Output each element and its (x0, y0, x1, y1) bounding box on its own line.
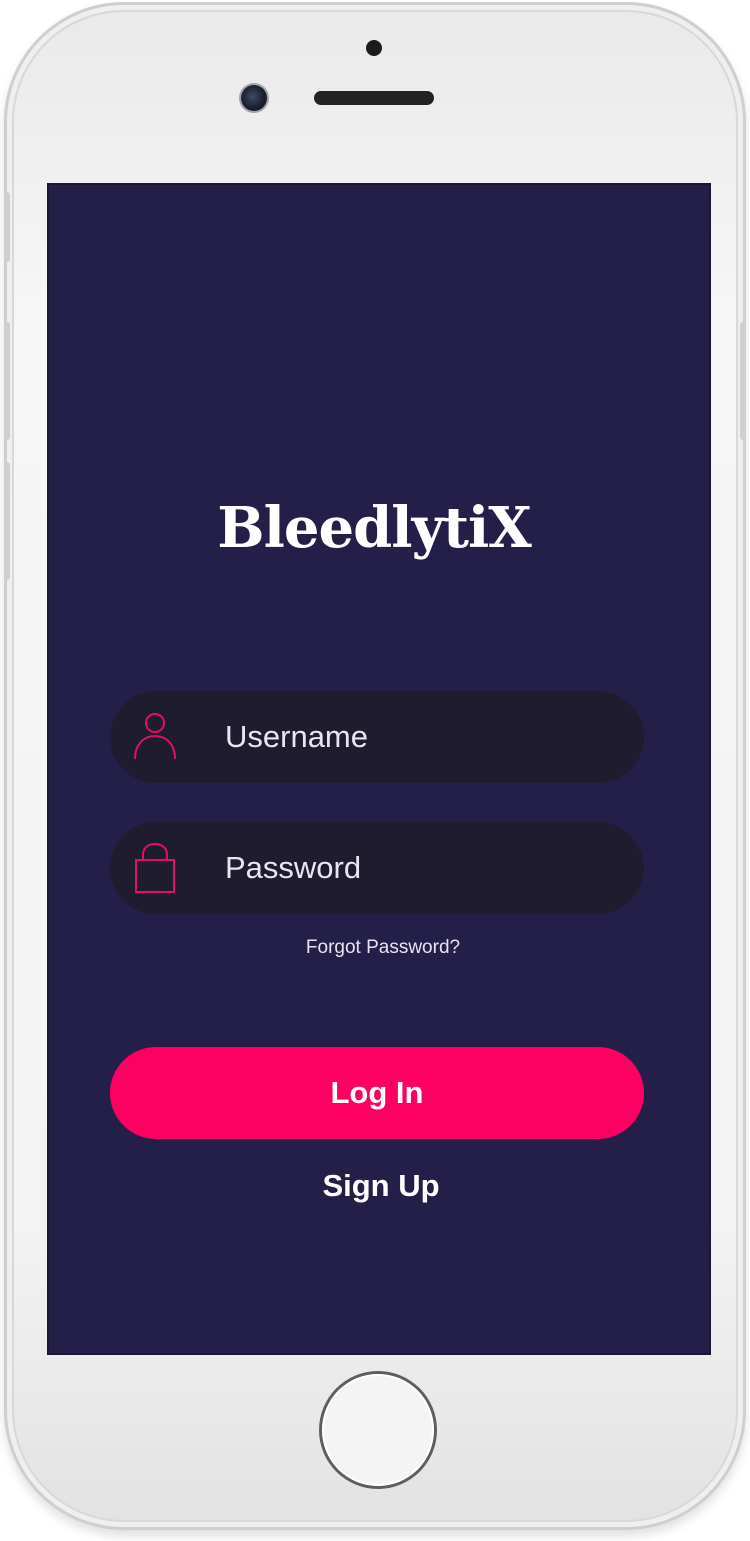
app-title: BleedlytiX (217, 495, 531, 561)
signup-button[interactable]: Sign Up (49, 1168, 709, 1204)
volume-down-button (4, 462, 10, 580)
power-button (740, 322, 746, 440)
phone-frame: BleedlytiX Username Password Forgot Pass… (4, 2, 746, 1530)
forgot-password-link[interactable]: Forgot Password? (49, 937, 709, 959)
volume-up-button (4, 322, 10, 440)
front-camera (241, 85, 267, 111)
username-input[interactable]: Username (225, 691, 368, 783)
proximity-sensor (366, 40, 382, 56)
lock-icon (132, 842, 178, 894)
earpiece-speaker (314, 91, 434, 105)
login-screen: BleedlytiX Username Password Forgot Pass… (47, 183, 711, 1355)
user-icon (132, 711, 178, 763)
mute-switch (4, 192, 10, 262)
login-button[interactable]: Log In (110, 1047, 644, 1139)
password-input[interactable]: Password (225, 822, 361, 914)
username-field[interactable]: Username (110, 691, 644, 783)
page: BleedlytiX Username Password Forgot Pass… (0, 0, 750, 1541)
password-field[interactable]: Password (110, 822, 644, 914)
home-button[interactable] (322, 1374, 434, 1486)
